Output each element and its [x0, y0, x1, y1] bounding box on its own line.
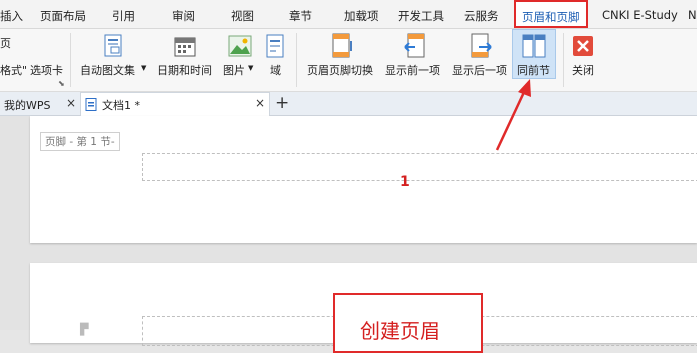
field-button[interactable]: 域 [270, 62, 281, 78]
footer-area[interactable] [142, 153, 697, 181]
close-icon[interactable] [573, 36, 593, 59]
menu-tab-chapter[interactable]: 章节 [289, 8, 312, 24]
ribbon-toolbar: 页 格式" 选项卡 ⬊ 自动图文集 ▼ 日期和时间 图片 ▼ 域 页眉页脚切换 … [0, 29, 697, 92]
chevron-down-icon[interactable]: ▼ [248, 64, 253, 72]
page-number: 1 [400, 174, 410, 190]
ribbon-separator [563, 33, 564, 87]
page-format-top-label[interactable]: 页 [0, 35, 11, 51]
close-header-footer-button[interactable]: 关闭 [572, 62, 594, 78]
calendar-icon[interactable] [173, 34, 197, 61]
document-icon [85, 98, 97, 114]
header-footer-switch-icon[interactable] [330, 33, 354, 62]
menu-tab-review[interactable]: 审阅 [172, 8, 195, 24]
same-as-previous-button[interactable]: 同前节 [517, 62, 550, 78]
menu-tab-page-layout[interactable]: 页面布局 [40, 8, 86, 24]
footer-section-label: 页脚 - 第 1 节- [40, 132, 120, 151]
menu-tab-developer[interactable]: 开发工具 [398, 8, 444, 24]
page-2: 创建页眉 ▛ [30, 263, 697, 353]
chevron-down-icon[interactable]: ▼ [141, 64, 146, 72]
document-area: 页脚 - 第 1 节- 1 创建页眉 ▛ [0, 116, 697, 353]
page-1: 页脚 - 第 1 节- 1 [30, 116, 697, 243]
tab-document-1[interactable]: 文档1 * [80, 92, 270, 116]
close-icon[interactable]: × [66, 96, 76, 110]
show-next-icon[interactable] [469, 33, 493, 62]
ribbon-separator [70, 33, 71, 87]
menu-tab-insert[interactable]: 插入 [0, 8, 23, 24]
close-icon[interactable]: × [255, 96, 265, 110]
ribbon-separator [296, 33, 297, 87]
document-tab-bar: 我的WPS × 文档1 * × + [0, 92, 697, 116]
same-as-previous-icon[interactable] [522, 33, 546, 62]
field-icon[interactable] [265, 34, 285, 61]
show-previous-icon[interactable] [403, 33, 427, 62]
tab-document-label: 文档1 * [102, 99, 140, 112]
menu-tab-cnki[interactable]: CNKI E-Study [602, 8, 678, 22]
tab-card-button[interactable]: 选项卡 [30, 62, 63, 78]
menu-tab-addins[interactable]: 加载项 [344, 8, 379, 24]
header-footer-switch-button[interactable]: 页眉页脚切换 [307, 62, 373, 78]
page-format-button[interactable]: 格式" [0, 62, 27, 78]
dialog-launcher-icon[interactable]: ⬊ [58, 79, 65, 88]
show-previous-button[interactable]: 显示前一项 [385, 62, 440, 78]
menu-tab-header-footer[interactable]: 页眉和页脚 [514, 0, 588, 28]
picture-button[interactable]: 图片 [223, 62, 245, 78]
menu-tab-references[interactable]: 引用 [112, 8, 135, 24]
menu-bar: 插入 页面布局 引用 审阅 视图 章节 加载项 开发工具 云服务 页眉和页脚 C… [0, 0, 697, 29]
picture-icon[interactable] [228, 35, 252, 60]
show-next-button[interactable]: 显示后一项 [452, 62, 507, 78]
date-time-button[interactable]: 日期和时间 [157, 62, 212, 78]
new-tab-icon[interactable]: + [275, 93, 289, 113]
auto-figure-icon[interactable] [103, 34, 125, 61]
menu-tab-cloud[interactable]: 云服务 [464, 8, 499, 24]
menu-tab-more[interactable]: N [688, 8, 697, 22]
auto-figure-button[interactable]: 自动图文集 [80, 62, 135, 78]
tab-my-wps-label: 我的WPS [4, 99, 51, 112]
menu-tab-view[interactable]: 视图 [231, 8, 254, 24]
